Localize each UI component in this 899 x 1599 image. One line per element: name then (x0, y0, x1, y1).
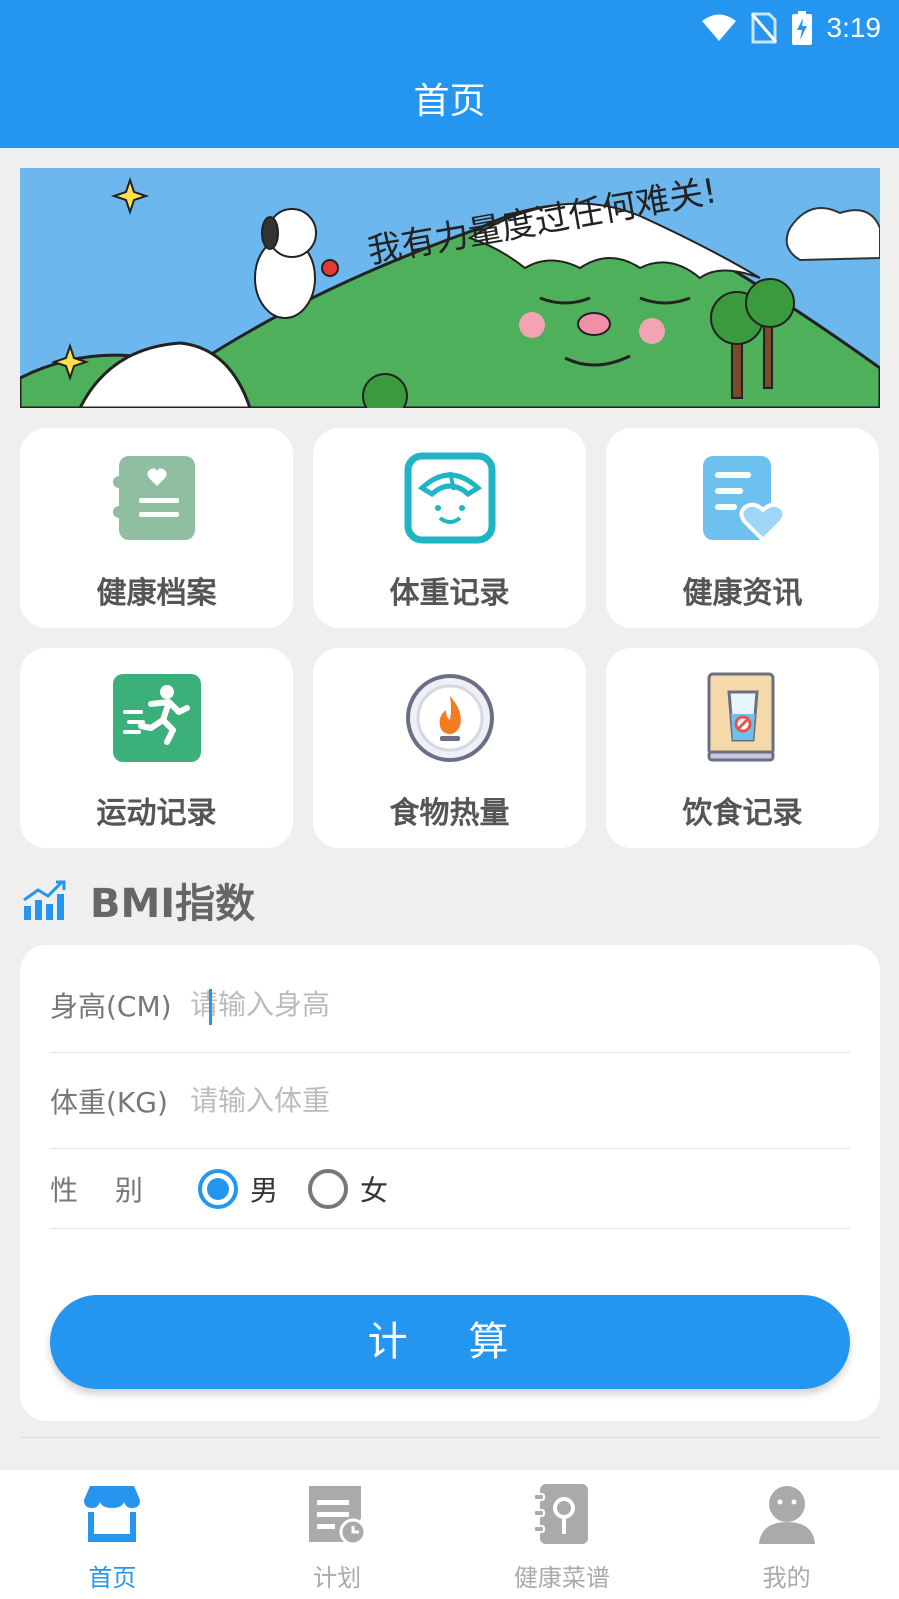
nav-label: 计划 (313, 1564, 362, 1592)
calculate-button[interactable]: 计 算 (50, 1295, 850, 1389)
feature-exercise-record[interactable]: 运动记录 (20, 648, 293, 848)
clock: 3:19 (826, 12, 882, 43)
male-label[interactable]: 男 (250, 1169, 278, 1209)
feature-label: 饮食记录 (682, 796, 803, 831)
nav-label: 健康菜谱 (513, 1564, 610, 1592)
feature-health-file[interactable]: 健康档案 (20, 428, 293, 628)
feature-label: 健康资讯 (682, 576, 803, 611)
nav-item-recipe[interactable]: 健康菜谱 (450, 1470, 675, 1599)
plan-icon (309, 1486, 367, 1546)
bmi-card: 身高(CM) 体重(KG) 性 别 男 女 计 算 (20, 945, 880, 1421)
weight-scale-icon (404, 452, 495, 544)
feature-diet-record[interactable]: 饮食记录 (606, 648, 879, 848)
nav-item-home[interactable]: 首页 (0, 1470, 225, 1599)
weight-row: 体重(KG) (50, 1053, 850, 1149)
battery-charging-icon (791, 11, 812, 45)
running-icon (112, 674, 201, 762)
banner-image[interactable]: 我有力量度过任何难关! (20, 168, 880, 408)
wifi-icon (701, 14, 736, 41)
page-title: 首页 (413, 81, 486, 122)
feature-weight-record[interactable]: 体重记录 (313, 428, 586, 628)
text-cursor (209, 989, 212, 1025)
gender-row: 性 别 男 女 (50, 1149, 850, 1229)
no-sim-icon (750, 12, 777, 44)
feature-label: 食物热量 (389, 796, 510, 831)
bmi-title: BMI指数 (90, 881, 256, 927)
feature-grid: 健康档案 体重记录 健康资讯 运动记录 食物热量 饮食记录 (20, 428, 880, 848)
diet-book-icon (707, 672, 774, 762)
nav-item-plan[interactable]: 计划 (225, 1470, 450, 1599)
nav-label: 我的 (762, 1564, 811, 1592)
bottom-nav: 首页 计划 健康菜谱 我的 (0, 1470, 899, 1599)
feature-label: 健康档案 (96, 576, 217, 611)
health-file-icon (112, 456, 195, 540)
gender-label: 性 别 (50, 1173, 143, 1207)
weight-label: 体重(KG) (50, 1085, 168, 1119)
feature-label: 运动记录 (96, 796, 217, 831)
weight-input[interactable] (190, 1084, 690, 1117)
profile-icon (758, 1486, 815, 1544)
health-news-icon (702, 456, 786, 543)
bmi-section-header: BMI指数 (22, 872, 255, 928)
feature-food-calorie[interactable]: 食物热量 (313, 648, 586, 848)
male-radio[interactable] (198, 1168, 238, 1209)
height-label: 身高(CM) (50, 989, 172, 1023)
female-label[interactable]: 女 (360, 1169, 388, 1209)
feature-label: 体重记录 (389, 576, 510, 611)
app-header: 3:19 首页 (0, 0, 899, 148)
recipe-book-icon (532, 1484, 588, 1544)
calorie-flame-icon (405, 674, 494, 762)
nav-label: 首页 (88, 1564, 137, 1592)
height-row: 身高(CM) (50, 957, 850, 1053)
status-bar: 3:19 (701, 8, 882, 48)
height-input[interactable] (190, 988, 690, 1021)
chart-trend-icon (23, 880, 66, 920)
divider (20, 1437, 880, 1438)
shop-home-icon (84, 1486, 141, 1542)
nav-item-profile[interactable]: 我的 (674, 1470, 899, 1599)
female-radio[interactable] (308, 1168, 349, 1209)
feature-health-news[interactable]: 健康资讯 (606, 428, 879, 628)
